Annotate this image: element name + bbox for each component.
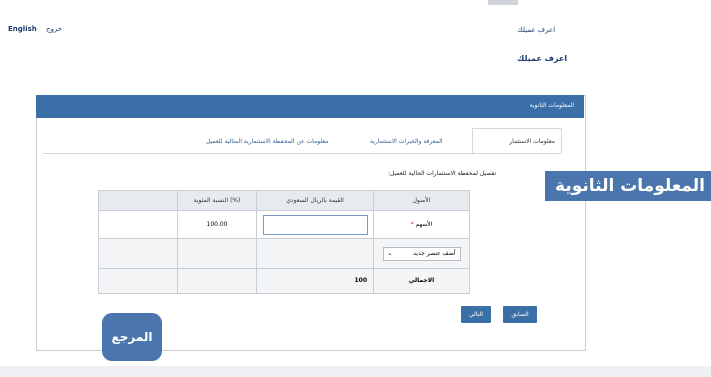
section-label: تفصيل لمحفظة الاستثمارات الحالية للعميل: <box>388 170 497 177</box>
required-mark: * <box>410 221 414 229</box>
table-header-assets: الأصول <box>373 189 470 212</box>
table-header-value: القيمة بالريال السعودي <box>256 189 374 212</box>
panel-header-title: المعلومات الثانوية <box>529 102 574 109</box>
asset-cell: الأسهم * <box>373 210 470 240</box>
page-footer-strip <box>0 366 711 377</box>
table-cell-blank <box>177 267 257 295</box>
table-cell-blank <box>256 238 374 269</box>
overlay-banner-text: المعلومات الثانوية <box>555 176 705 196</box>
tab-investment-info[interactable]: معلومات الاستثمار <box>472 128 562 154</box>
total-value-cell: 100 <box>256 267 374 295</box>
english-link[interactable]: English <box>8 25 37 33</box>
table-header-blank <box>98 189 178 212</box>
total-label-cell: الاجمالي <box>373 267 470 295</box>
table-cell-blank <box>98 210 178 240</box>
know-customer-link[interactable]: اعرف عميلك <box>517 26 555 34</box>
portfolio-table: النسبة المئوية (%) القيمة بالريال السعود… <box>98 189 470 295</box>
value-cell <box>256 210 374 240</box>
next-button[interactable]: التالي <box>461 306 491 323</box>
table-row: 100.00 الأسهم * <box>98 210 470 240</box>
watermark-logo-text: المرجع <box>111 330 153 344</box>
table-row: ⌄ أضف عنصر جديد <box>98 238 470 269</box>
logout-link[interactable]: خروج <box>46 25 62 33</box>
tabs-divider <box>43 153 561 154</box>
tab-ideal-portfolio[interactable]: معلومات عن المحفظة الاستثمارية المثالية … <box>206 138 328 145</box>
asset-label: الأسهم <box>415 221 433 229</box>
top-bar <box>0 0 711 95</box>
percent-cell: 100.00 <box>177 210 257 240</box>
previous-button[interactable]: السابق <box>503 306 537 323</box>
table-cell-blank <box>98 267 178 295</box>
watermark-logo: المرجع <box>102 313 162 361</box>
overlay-banner: المعلومات الثانوية <box>545 171 711 201</box>
table-row: 100 الاجمالي <box>98 267 470 295</box>
header-logo <box>488 0 518 5</box>
table-cell-blank <box>98 238 178 269</box>
page-title: اعرف عميلك <box>517 54 568 63</box>
add-cell: ⌄ أضف عنصر جديد <box>373 238 470 269</box>
tab-label: معلومات الاستثمار <box>509 138 555 145</box>
tab-knowledge-experience[interactable]: المعرفة والخبرات الاستثمارية <box>370 138 443 145</box>
table-header-percent: النسبة المئوية (%) <box>177 189 257 212</box>
stocks-value-input[interactable] <box>262 214 368 235</box>
add-item-label: أضف عنصر جديد <box>413 250 456 258</box>
add-item-select[interactable]: ⌄ أضف عنصر جديد <box>382 246 461 261</box>
table-cell-blank <box>177 238 257 269</box>
chevron-down-icon: ⌄ <box>387 250 393 258</box>
panel-header: المعلومات الثانوية <box>36 95 584 118</box>
